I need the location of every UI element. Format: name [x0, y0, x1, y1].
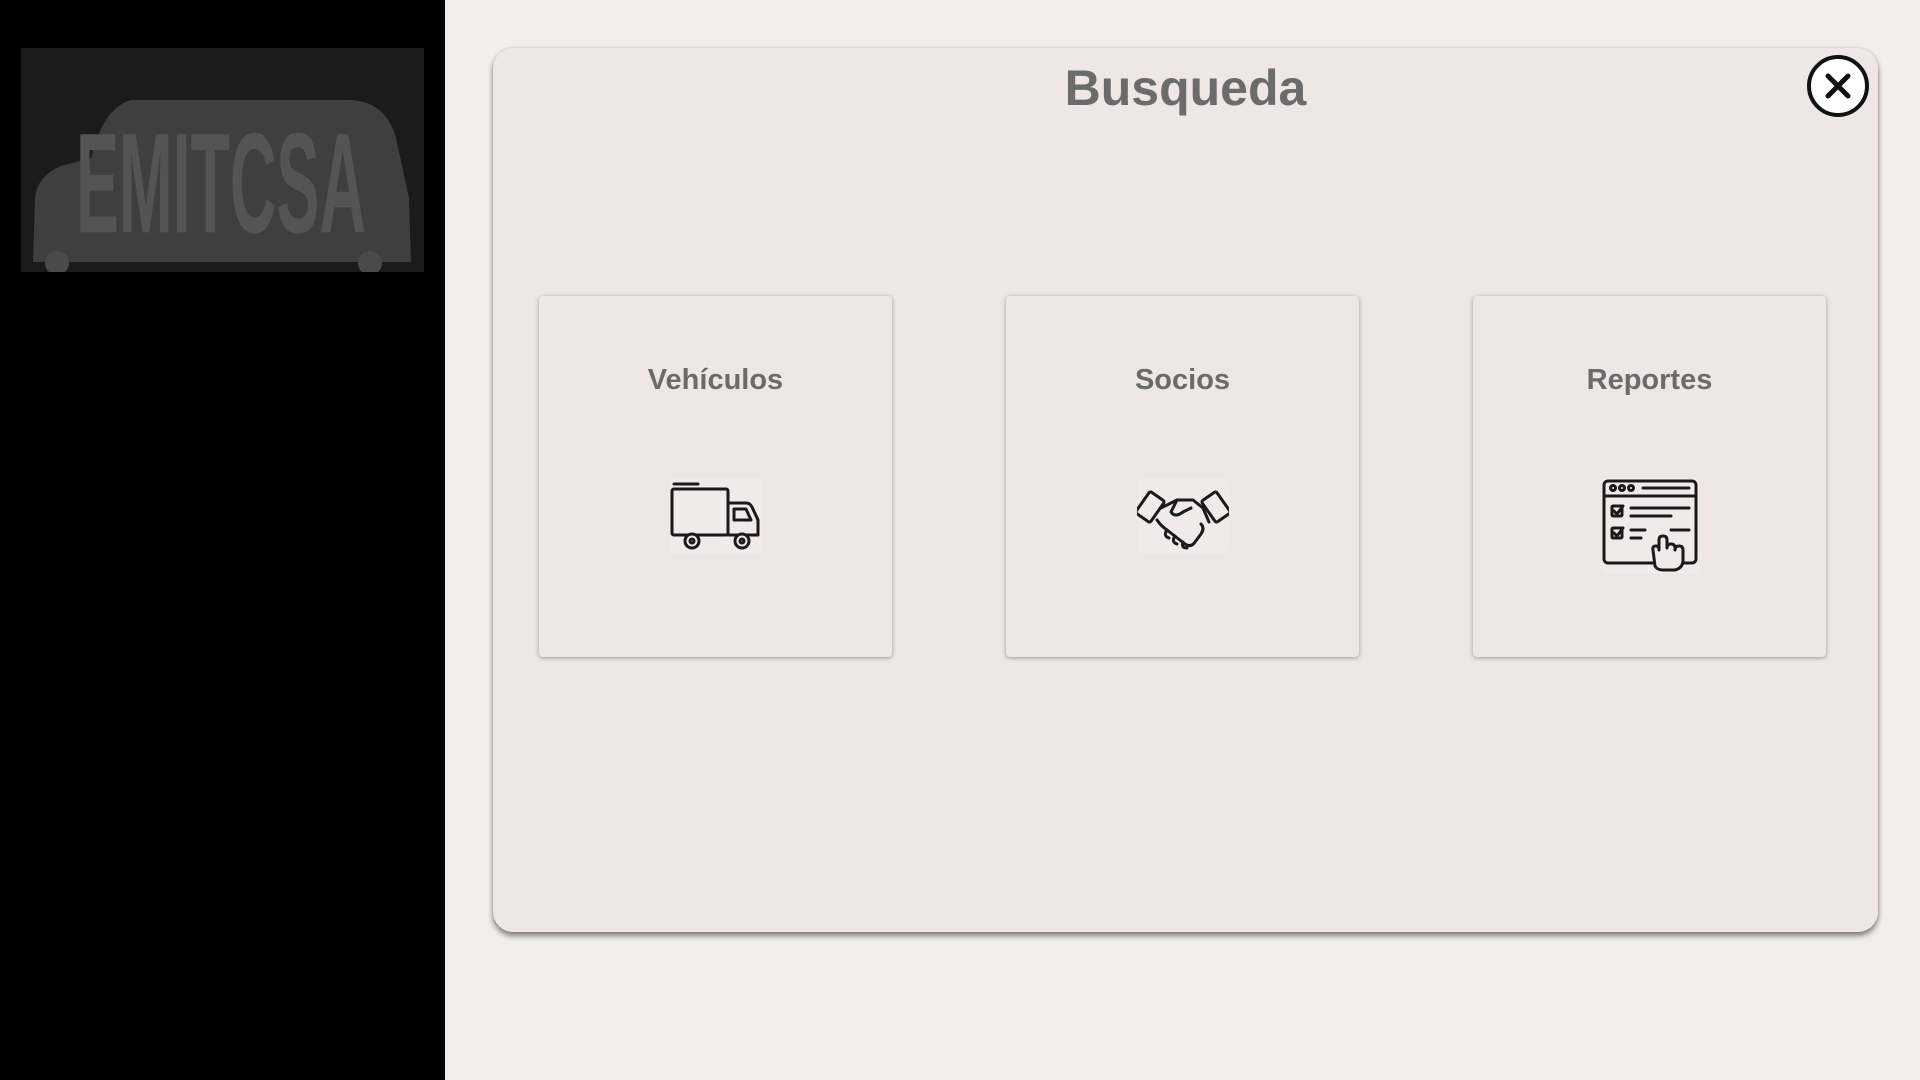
sidebar: EMITCSA	[0, 0, 445, 1080]
card-label: Reportes	[1586, 364, 1713, 396]
card-vehiculos[interactable]: Vehículos	[539, 296, 892, 657]
card-label: Vehículos	[647, 364, 784, 396]
company-logo: EMITCSA	[21, 48, 424, 272]
logo-text: EMITCSA	[76, 105, 366, 264]
card-socios[interactable]: Socios	[1006, 296, 1359, 657]
close-button[interactable]	[1806, 54, 1870, 118]
panel-title: Busqueda	[1064, 60, 1307, 116]
truck-icon	[669, 478, 762, 554]
logo-van-icon: EMITCSA	[33, 100, 411, 272]
handshake-icon	[1136, 478, 1229, 554]
close-circle-icon	[1807, 55, 1869, 117]
report-checklist-icon	[1600, 478, 1699, 574]
card-label: Socios	[1134, 364, 1231, 396]
search-panel: Busqueda Vehículos Socios Reportes	[493, 48, 1878, 932]
card-reportes[interactable]: Reportes	[1473, 296, 1826, 657]
